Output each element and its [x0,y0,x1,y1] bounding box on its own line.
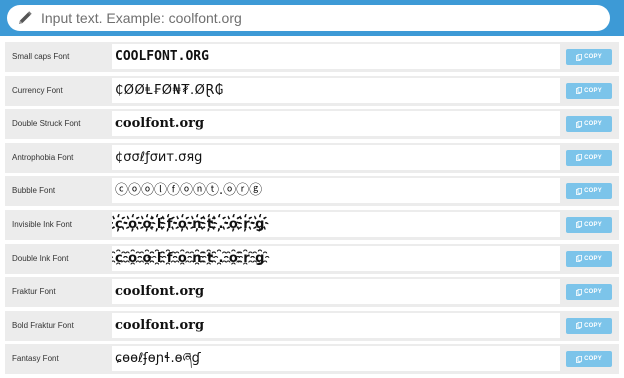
font-label: Invisible Ink Font [12,219,73,229]
font-output[interactable]: ¢σσℓƒσит.σяg [112,144,560,170]
copy-button[interactable]: COPY [566,216,612,233]
copy-button[interactable]: COPY [566,82,612,99]
font-row-antrophobia: Antrophobia Font ¢σσℓƒσит.σяg COPY [5,142,619,173]
copy-label: COPY [584,154,602,161]
copy-icon [576,355,582,363]
copy-icon [576,254,582,262]
font-label: Currency Font [12,85,63,95]
pencil-icon [17,10,33,26]
font-label: Bubble Font [12,186,56,196]
font-output[interactable]: ɕѳѳℓʄѳɲɬ.ѳཞɠ [112,346,560,372]
copy-button[interactable]: COPY [566,149,612,166]
font-label: Double Struck Font [12,119,81,129]
font-label: Small caps Font [12,52,70,61]
font-row-small-caps: Small caps Font COOLFONT.ORG COPY [5,42,619,72]
font-label: Fraktur Font [12,287,56,297]
copy-icon [576,154,582,162]
copy-button[interactable]: COPY [566,183,612,200]
copy-icon [576,221,582,229]
font-row-fantasy: Fantasy Font ɕѳѳℓʄѳɲɬ.ѳཞɠ COPY [5,344,619,375]
copy-label: COPY [584,289,602,296]
search-bar[interactable] [7,5,610,31]
copy-icon [576,187,582,195]
copy-icon [576,86,582,94]
font-row-fraktur: Fraktur Font coolfont.org COPY [5,277,619,308]
font-output[interactable]: c҈o҈o҈l҈f҈o҈n҈t҈.҈o҈r҈g҈ [112,245,560,271]
font-output[interactable]: ⓒⓞⓞⓛⓕⓞⓝⓣ.ⓞⓡⓖ [112,178,560,204]
copy-label: COPY [584,221,602,228]
copy-icon [576,120,582,128]
copy-label: COPY [584,322,602,329]
copy-label: COPY [584,356,602,363]
copy-button[interactable]: COPY [566,116,612,133]
font-row-currency: Currency Font ₵ØØⱠ₣Ø₦₮.ØⱤ₲ COPY [5,75,619,106]
font-output[interactable]: coolfont.org [112,312,560,338]
font-output[interactable]: coolfont.org [112,111,560,137]
font-label: Fantasy Font [12,354,59,364]
font-row-invisible-ink: Invisible Ink Font c҉o҉o҉l҉f҉o҉n҉t҉.҉o҉r… [5,209,619,240]
font-row-double-ink: Double Ink Font c҈o҈o҈l҈f҈o҈n҈t҈.҈o҈r҈g҈… [5,243,619,274]
font-row-bold-fraktur: Bold Fraktur Font coolfont.org COPY [5,310,619,341]
copy-label: COPY [584,121,602,128]
copy-button[interactable]: COPY [566,351,612,368]
copy-label: COPY [584,255,602,262]
copy-label: COPY [584,54,602,60]
copy-icon [576,53,582,61]
font-output[interactable]: COOLFONT.ORG [112,44,560,69]
copy-label: COPY [584,188,602,195]
font-row-double-struck: Double Struck Font coolfont.org COPY [5,109,619,140]
font-row-bubble: Bubble Font ⓒⓞⓞⓛⓕⓞⓝⓣ.ⓞⓡⓖ COPY [5,176,619,207]
text-input[interactable] [41,10,581,26]
font-list: Small caps Font COOLFONT.ORG COPY Curren… [5,42,619,378]
copy-button[interactable]: COPY [566,284,612,301]
copy-button[interactable]: COPY [566,250,612,267]
copy-button[interactable]: COPY [566,49,612,65]
font-output[interactable]: ₵ØØⱠ₣Ø₦₮.ØⱤ₲ [112,77,560,103]
font-label: Double Ink Font [12,253,69,263]
copy-icon [576,288,582,296]
top-bar [0,0,624,36]
copy-label: COPY [584,87,602,94]
font-output[interactable]: c҉o҉o҉l҉f҉o҉n҉t҉.҉o҉r҉g҉ [112,211,560,237]
copy-button[interactable]: COPY [566,317,612,334]
copy-icon [576,322,582,330]
font-label: Bold Fraktur Font [12,320,74,330]
font-output[interactable]: coolfont.org [112,279,560,305]
font-label: Antrophobia Font [12,152,74,162]
